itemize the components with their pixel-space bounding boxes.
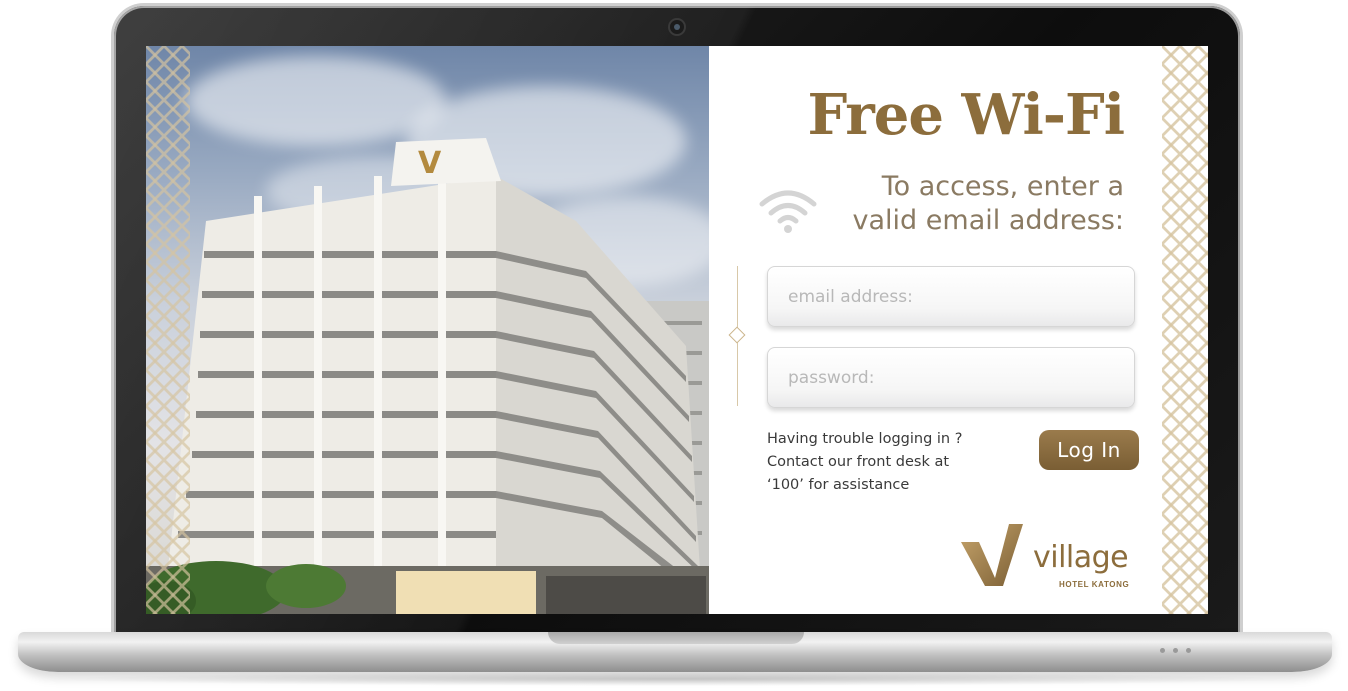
instructions-text: To access, enter a valid email address:: [853, 170, 1124, 238]
laptop-opening-notch: [548, 632, 804, 644]
help-line-1: Having trouble logging in ?: [767, 431, 963, 447]
email-field[interactable]: [767, 266, 1135, 327]
village-logo: village HOTEL KATONG: [959, 520, 1139, 600]
village-logo-icon: [961, 524, 1023, 586]
instructions-line-1: To access, enter a: [881, 171, 1124, 202]
login-panel: Free Wi-Fi To access, enter a valid emai…: [709, 46, 1162, 614]
lattice-pattern-left: [146, 46, 190, 614]
laptop-indicator-lights: [1160, 648, 1210, 654]
help-line-2: Contact our front desk at: [767, 454, 950, 470]
page-title: Free Wi-Fi: [807, 82, 1125, 148]
form-divider-diamond: [728, 326, 746, 344]
lattice-pattern-right: [1162, 46, 1208, 614]
help-text: Having trouble logging in ? Contact our …: [767, 428, 1017, 497]
hotel-photo: V: [146, 46, 709, 614]
login-button[interactable]: Log In: [1039, 430, 1139, 470]
wifi-icon: [759, 190, 817, 233]
laptop-screen: V Free Wi-Fi To access, enter a valid em…: [146, 46, 1208, 614]
help-line-3: ‘100’ for assistance: [767, 477, 910, 493]
brand-subtitle: HOTEL KATONG: [1059, 580, 1130, 589]
hotel-building-illustration: V: [146, 138, 709, 614]
webcam-icon: [670, 20, 684, 34]
brand-name: village: [1033, 540, 1129, 575]
laptop-shadow: [40, 672, 1310, 686]
password-field[interactable]: [767, 347, 1135, 408]
instructions-line-2: valid email address:: [852, 205, 1124, 236]
svg-text:V: V: [418, 146, 442, 181]
